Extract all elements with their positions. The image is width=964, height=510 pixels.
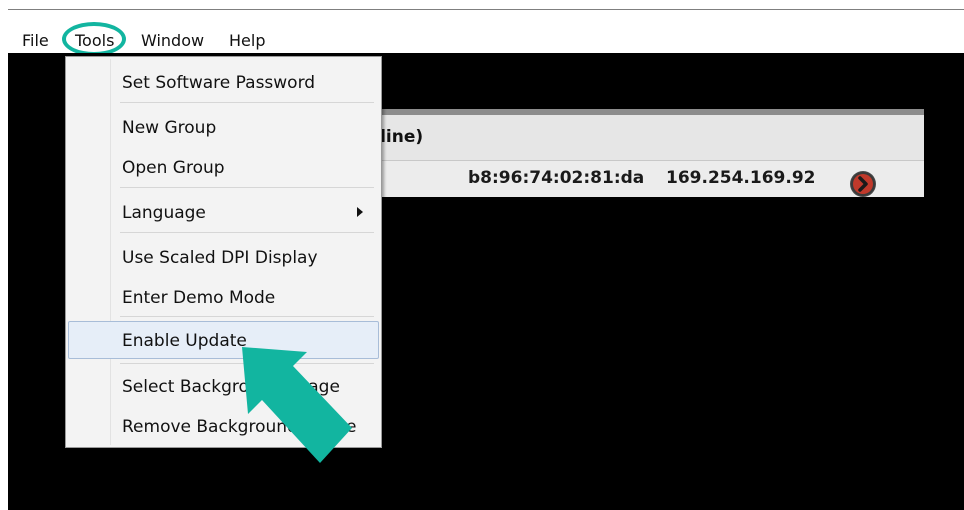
annotation-arrow-icon	[242, 347, 352, 463]
